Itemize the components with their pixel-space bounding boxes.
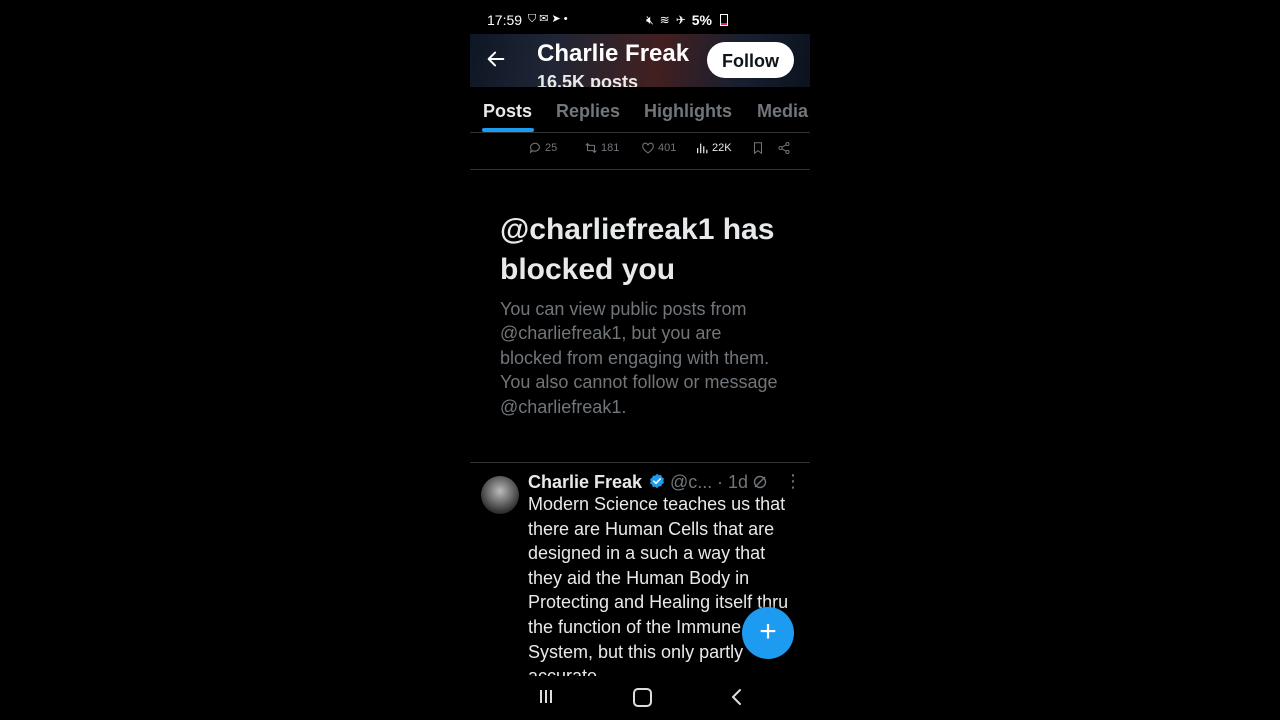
compose-button[interactable]: + — [742, 607, 794, 659]
repost-button[interactable]: 181 — [584, 141, 619, 155]
verified-badge-icon — [650, 473, 664, 489]
tweet-time: · 1d — [717, 472, 749, 492]
phone-screen: 17:59 ⛉✉➤• 🔇︎ ≋ ✈ 5% Charlie Freak 16.5K… — [470, 0, 810, 720]
back-button[interactable] — [484, 48, 508, 72]
views-count: 22K — [712, 142, 732, 154]
active-tab-indicator — [482, 128, 534, 132]
repost-icon — [585, 142, 597, 154]
blocked-title: @charliefreak1 has blocked you — [500, 213, 775, 286]
mail-icon: ✉ — [539, 13, 552, 25]
status-bar: 17:59 ⛉✉➤• 🔇︎ ≋ ✈ 5% — [470, 0, 810, 36]
send-icon: ➤ — [551, 13, 564, 25]
reply-button[interactable]: 25 — [528, 141, 557, 155]
back-icon[interactable] — [729, 688, 745, 706]
tweet-handle: @c... — [670, 472, 713, 492]
notification-icons: ⛉✉➤• — [528, 12, 571, 26]
share-icon — [778, 142, 790, 154]
bookmark-button[interactable] — [751, 141, 765, 155]
battery-icon — [720, 14, 728, 26]
recent-apps-icon[interactable] — [539, 689, 553, 704]
share-button[interactable] — [777, 141, 791, 155]
wifi-icon: ≋ — [659, 13, 670, 27]
views-button[interactable]: 22K — [695, 141, 732, 155]
avatar[interactable] — [481, 476, 519, 514]
blocked-description: You can view public posts from @charlief… — [500, 299, 778, 417]
posts-count: 16.5K posts — [537, 72, 639, 87]
tab-highlights[interactable]: Highlights — [644, 101, 732, 122]
like-button[interactable]: 401 — [641, 141, 676, 155]
like-count: 401 — [658, 142, 677, 154]
bookmark-icon — [753, 142, 763, 155]
tab-media[interactable]: Media — [757, 101, 808, 122]
views-icon — [697, 143, 708, 154]
shield-icon: ⛉ — [528, 13, 540, 25]
system-nav-bar — [470, 676, 810, 720]
tweet-text: Modern Science teaches us that there are… — [528, 494, 789, 686]
follow-button[interactable]: Follow — [707, 42, 794, 78]
more-vertical-icon: ⋮ — [784, 471, 802, 491]
home-icon[interactable] — [633, 688, 652, 707]
plus-icon: + — [759, 615, 777, 648]
more-options-button[interactable]: ⋮ — [784, 472, 802, 490]
profile-name: Charlie Freak — [537, 40, 690, 67]
profile-tabs: Posts Replies Highlights Media — [470, 88, 810, 133]
grok-icon[interactable] — [752, 474, 768, 490]
tab-replies[interactable]: Replies — [556, 101, 620, 122]
airplane-icon: ✈ — [675, 13, 686, 27]
reply-count: 25 — [545, 142, 558, 154]
mute-icon: 🔇︎ — [646, 12, 654, 27]
heart-icon — [642, 142, 654, 154]
divider — [470, 462, 810, 463]
tweet-author-name[interactable]: Charlie Freak — [528, 472, 642, 493]
profile-header: Charlie Freak 16.5K posts Follow — [470, 34, 810, 87]
dot-icon: • — [563, 13, 571, 25]
arrow-left-icon — [487, 51, 505, 67]
reply-icon — [529, 142, 540, 154]
battery-level: 5% — [691, 12, 712, 28]
repost-count: 181 — [601, 142, 620, 154]
tab-posts[interactable]: Posts — [483, 101, 532, 122]
status-time: 17:59 — [487, 12, 523, 28]
system-icons: 🔇︎ ≋ ✈ 5% — [646, 12, 728, 28]
post-action-bar: 25 181 401 22K — [470, 133, 810, 170]
